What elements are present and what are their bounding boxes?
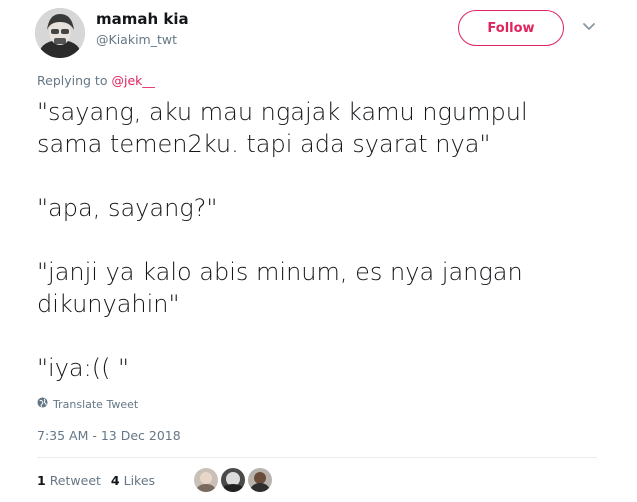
retweets-count: 1 (37, 473, 46, 488)
tweet-line: "iya:(( " (37, 354, 130, 382)
tweet-line: "apa, sayang?" (37, 194, 218, 222)
tweet-timestamp[interactable]: 7:35 AM - 13 Dec 2018 (37, 428, 181, 443)
liker-avatar[interactable] (248, 468, 272, 492)
retweets-stat[interactable]: 1 Retweet (37, 473, 101, 488)
tweet-stats: 1 Retweet 4 Likes (37, 473, 155, 488)
liker-avatar[interactable] (183, 476, 191, 484)
tweet-line: "janji ya kalo abis minum, es nya jangan (37, 258, 523, 286)
likes-label: Likes (123, 473, 156, 488)
author-name[interactable]: mamah kia (96, 10, 189, 28)
replying-to-label: Replying to (37, 73, 108, 88)
tweet-line: dikunyahin" (37, 290, 180, 318)
replying-to-line: Replying to @jek__ (37, 73, 155, 88)
replying-to-mention[interactable]: @jek__ (111, 73, 154, 88)
author-avatar[interactable] (35, 8, 85, 58)
author-handle[interactable]: @Kiakim_twt (96, 32, 177, 47)
retweets-label: Retweet (49, 473, 101, 488)
tweet-line: "sayang, aku mau ngajak kamu ngumpul (37, 98, 528, 126)
translate-tweet-link[interactable]: Translate Tweet (37, 397, 138, 411)
tweet-text: "sayang, aku mau ngajak kamu ngumpul sam… (37, 96, 607, 384)
liker-avatar[interactable] (194, 468, 218, 492)
globe-icon (37, 397, 48, 411)
divider (37, 457, 597, 458)
liker-avatars (183, 468, 272, 492)
liker-avatar[interactable] (221, 468, 245, 492)
tweet-line: sama temen2ku. tapi ada syarat nya" (37, 130, 491, 158)
likes-count: 4 (110, 473, 120, 488)
chevron-down-icon[interactable] (581, 18, 597, 34)
translate-tweet-label: Translate Tweet (53, 397, 139, 411)
likes-stat[interactable]: 4 Likes (111, 473, 155, 488)
follow-button[interactable]: Follow (458, 10, 564, 46)
